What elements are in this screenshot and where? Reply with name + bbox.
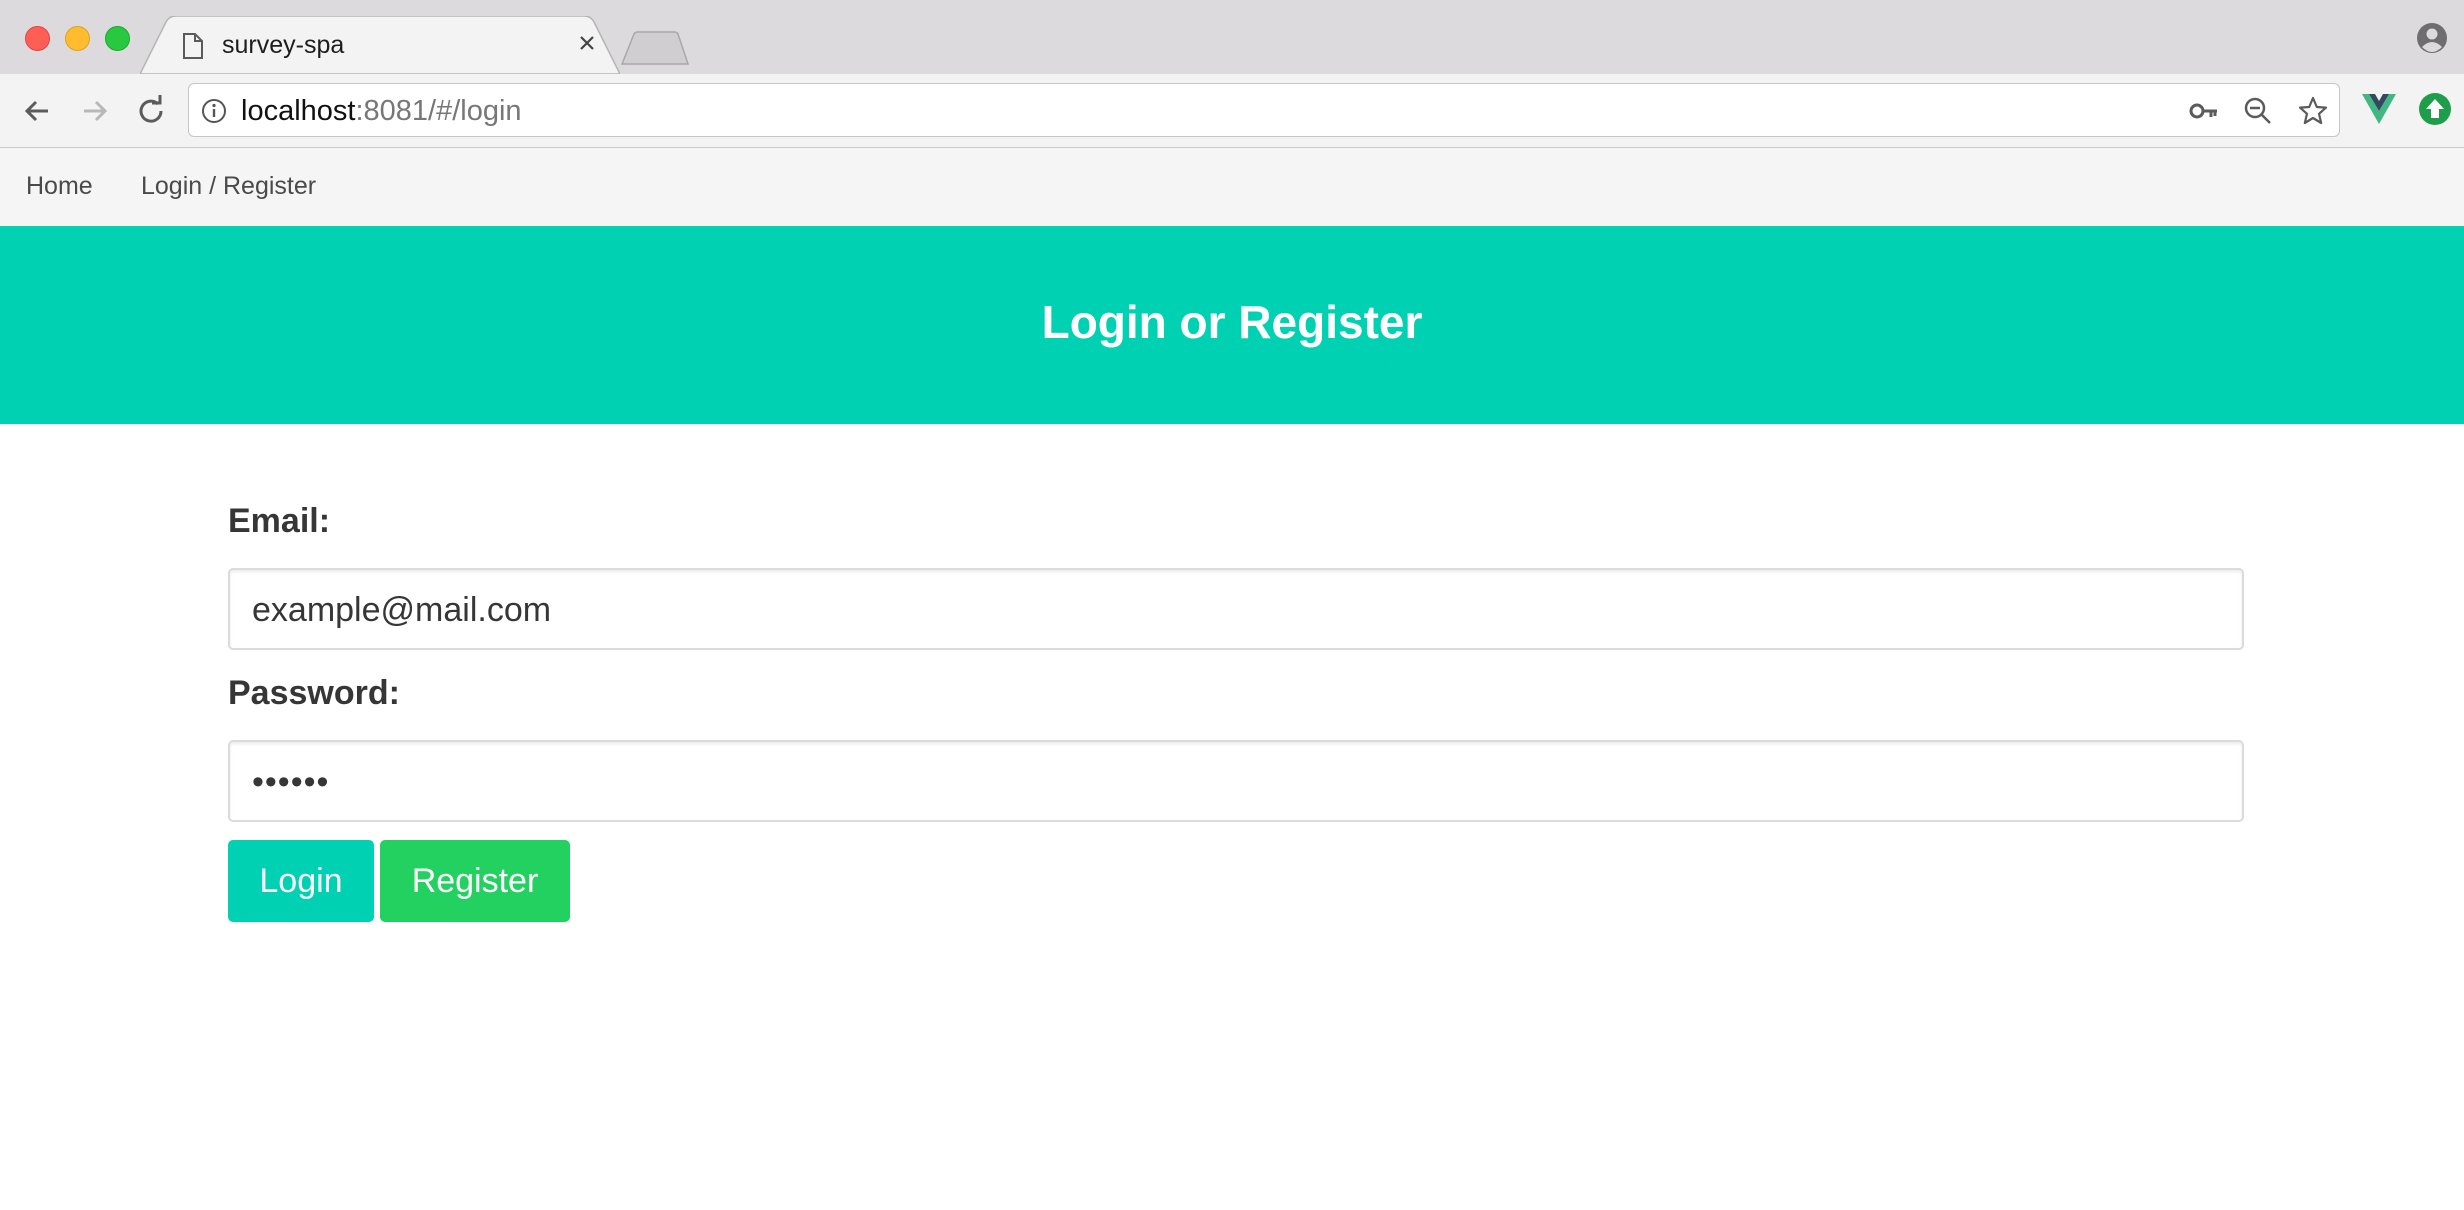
register-button[interactable]: Register xyxy=(380,840,570,922)
new-tab-icon[interactable] xyxy=(620,30,690,66)
vue-devtools-icon[interactable] xyxy=(2362,94,2396,124)
zoom-out-icon[interactable] xyxy=(2243,96,2273,126)
browser-tab-bar: survey-spa xyxy=(0,0,2464,74)
nav-link-home[interactable]: Home xyxy=(26,170,93,202)
tab-title: survey-spa xyxy=(222,31,345,59)
info-icon[interactable] xyxy=(201,98,227,124)
web-page: Home Login / Register Login or Register … xyxy=(0,148,2464,1210)
reload-icon[interactable] xyxy=(132,92,170,130)
key-icon[interactable] xyxy=(2189,98,2219,124)
extension-update-icon[interactable] xyxy=(2418,92,2452,126)
password-value: •••••• xyxy=(252,763,330,801)
password-field[interactable]: •••••• xyxy=(228,740,2244,822)
star-icon[interactable] xyxy=(2297,95,2329,127)
close-icon[interactable] xyxy=(576,32,598,54)
back-icon[interactable] xyxy=(18,92,56,130)
url-path: :8081/#/login xyxy=(355,95,522,127)
email-value: example@mail.com xyxy=(252,591,552,629)
nav-link-login-register[interactable]: Login / Register xyxy=(141,170,316,202)
form-actions: Login Register xyxy=(228,840,628,922)
page-title: Login or Register xyxy=(1041,296,1423,348)
browser-tab[interactable] xyxy=(140,16,620,74)
url-host: localhost xyxy=(241,95,356,127)
email-field[interactable]: example@mail.com xyxy=(228,568,2244,650)
document-icon xyxy=(183,33,203,59)
address-bar[interactable]: localhost:8081/#/login xyxy=(188,83,2340,137)
site-navbar: Home Login / Register xyxy=(0,148,2464,226)
password-label: Password: xyxy=(228,674,400,712)
email-label: Email: xyxy=(228,502,331,540)
forward-icon[interactable] xyxy=(76,92,114,130)
url-text: localhost:8081/#/login xyxy=(241,94,522,128)
profile-icon[interactable] xyxy=(2416,22,2448,54)
window-minimize-button[interactable] xyxy=(65,26,90,51)
browser-toolbar: localhost:8081/#/login xyxy=(0,74,2464,148)
login-button[interactable]: Login xyxy=(228,840,374,922)
hero-banner: Login or Register xyxy=(0,226,2464,424)
window-close-button[interactable] xyxy=(25,26,50,51)
window-maximize-button[interactable] xyxy=(105,26,130,51)
